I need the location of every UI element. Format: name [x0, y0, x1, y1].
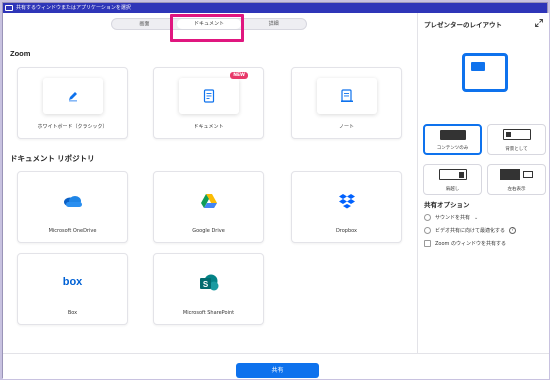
window-title: 共有するウィンドウまたはアプリケーションを選択: [16, 5, 131, 11]
pen-icon: [69, 92, 77, 102]
card-label: Box: [67, 310, 78, 316]
layout-thumb: [500, 169, 534, 180]
presenter-layout-pane: プレゼンターのレイアウト コンテンツのみ 背景として 肩越し 左右表示 共有オプ…: [417, 13, 549, 353]
card-label: Dropbox: [335, 228, 358, 234]
share-zoom-window-label: Zoom のウィンドウを共有する: [435, 241, 507, 247]
optimize-video-checkbox[interactable]: [424, 227, 431, 234]
new-badge: NEW: [230, 72, 248, 79]
card-document[interactable]: NEW ドキュメント: [153, 67, 264, 139]
card-thumb: [43, 78, 103, 114]
title-bar: 共有するウィンドウまたはアプリケーションを選択: [3, 3, 547, 13]
sharepoint-icon: S: [199, 274, 218, 291]
share-sound-checkbox[interactable]: [424, 214, 431, 221]
zoom-app-icon: [5, 5, 13, 11]
layout-thumb: [440, 130, 466, 140]
card-label: Microsoft SharePoint: [182, 310, 235, 316]
expand-icon[interactable]: [535, 19, 543, 27]
share-zoom-window-checkbox[interactable]: [424, 240, 431, 247]
layout-label: 背景として: [505, 147, 528, 152]
card-onedrive[interactable]: Microsoft OneDrive: [17, 171, 128, 243]
card-whiteboard[interactable]: ホワイトボード（クラシック）: [17, 67, 128, 139]
layout-over-shoulder[interactable]: 肩越し: [423, 164, 482, 195]
share-button[interactable]: 共有: [236, 363, 319, 378]
layout-thumb: [439, 169, 467, 180]
svg-text:S: S: [202, 280, 208, 289]
card-sharepoint[interactable]: S Microsoft SharePoint: [153, 253, 264, 325]
bottom-bar: 共有: [3, 353, 549, 379]
card-notes[interactable]: ノート: [291, 67, 402, 139]
highlight-box: [170, 14, 244, 42]
card-thumb: [179, 78, 239, 114]
tab-screen[interactable]: 画面: [112, 19, 177, 29]
section-title-repo: ドキュメント リポジトリ: [10, 154, 95, 163]
google-drive-icon: [200, 194, 217, 208]
share-sound-label: サウンドを共有: [435, 215, 471, 221]
layout-preview: [462, 53, 508, 92]
dropbox-icon: [338, 194, 355, 209]
section-title-zoom: Zoom: [10, 49, 31, 58]
document-icon: [203, 89, 215, 103]
presenter-layout-title: プレゼンターのレイアウト: [424, 21, 502, 29]
share-options-title: 共有オプション: [424, 201, 470, 209]
left-pane: 画面 ドキュメント 詳細 Zoom ホワイトボード（クラシック） NEW ドキュ…: [3, 13, 417, 353]
share-zoom-window-option[interactable]: Zoom のウィンドウを共有する: [424, 240, 506, 247]
box-icon: box: [62, 276, 83, 288]
layout-content-only[interactable]: コンテンツのみ: [423, 124, 482, 155]
card-label: ノート: [338, 124, 354, 130]
help-icon[interactable]: ?: [509, 227, 517, 234]
card-box[interactable]: box Box: [17, 253, 128, 325]
card-thumb: [317, 78, 377, 114]
card-google-drive[interactable]: Google Drive: [153, 171, 264, 243]
share-sound-option[interactable]: サウンドを共有 ⌄: [424, 214, 478, 221]
chevron-down-icon[interactable]: ⌄: [474, 215, 478, 221]
layout-side-by-side[interactable]: 左右表示: [487, 164, 546, 195]
card-label: ドキュメント: [193, 124, 224, 130]
layout-background[interactable]: 背景として: [487, 124, 546, 155]
onedrive-icon: [63, 196, 82, 207]
tab-advanced[interactable]: 詳細: [241, 19, 306, 29]
optimize-video-option[interactable]: ビデオ共有に向けて最適化する ?: [424, 227, 517, 234]
layout-label: 肩越し: [445, 187, 460, 192]
card-label: Microsoft OneDrive: [48, 228, 97, 234]
layout-label: コンテンツのみ: [436, 146, 469, 151]
card-dropbox[interactable]: Dropbox: [291, 171, 402, 243]
card-label: ホワイトボード（クラシック）: [37, 124, 108, 130]
share-window: 共有するウィンドウまたはアプリケーションを選択 画面 ドキュメント 詳細 Zoo…: [2, 2, 549, 379]
notes-icon: [341, 89, 353, 102]
optimize-video-label: ビデオ共有に向けて最適化する: [435, 228, 506, 234]
layout-label: 左右表示: [507, 187, 526, 192]
card-label: Google Drive: [192, 228, 225, 234]
layout-thumb: [503, 129, 531, 140]
